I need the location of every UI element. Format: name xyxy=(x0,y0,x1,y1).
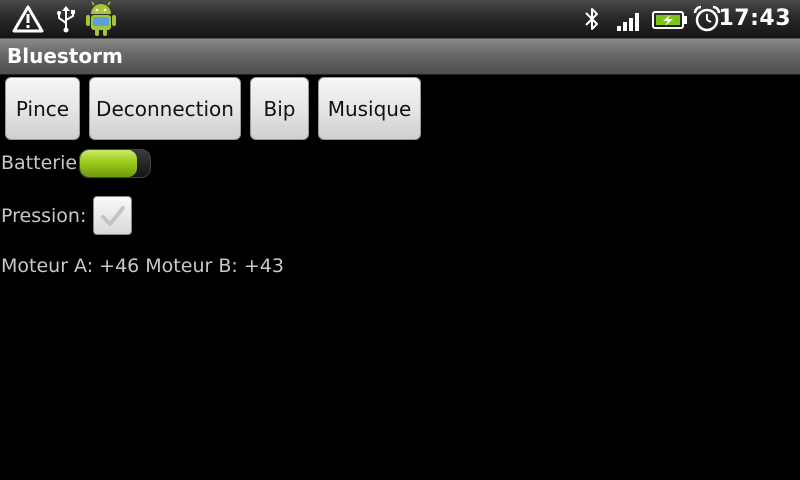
title-bar: Bluestorm xyxy=(0,39,800,75)
battery-progress-bar xyxy=(79,149,151,178)
usb-icon xyxy=(54,5,78,37)
bluetooth-icon xyxy=(582,6,602,36)
battery-progress-fill xyxy=(80,150,138,177)
checkmark-icon xyxy=(101,206,125,226)
screen: 17:43 Bluestorm Pince Deconnection Bip M… xyxy=(0,0,800,480)
pince-button[interactable]: Pince xyxy=(5,77,80,140)
motors-readout: Moteur A: +46 Moteur B: +43 xyxy=(1,255,284,277)
alarm-clock-icon xyxy=(693,5,721,37)
bip-button[interactable]: Bip xyxy=(250,77,309,140)
musique-button[interactable]: Musique xyxy=(318,77,421,140)
pressure-label: Pression: xyxy=(1,205,87,227)
battery-charging-icon xyxy=(652,10,688,34)
status-bar: 17:43 xyxy=(0,0,800,39)
warning-icon xyxy=(12,5,44,37)
status-clock: 17:43 xyxy=(718,6,791,31)
android-icon xyxy=(84,0,118,42)
battery-label: Batterie: xyxy=(1,152,84,174)
deconnection-button[interactable]: Deconnection xyxy=(89,77,241,140)
pressure-checkbox[interactable] xyxy=(93,196,132,235)
signal-icon xyxy=(616,10,644,36)
app-title: Bluestorm xyxy=(7,44,123,68)
